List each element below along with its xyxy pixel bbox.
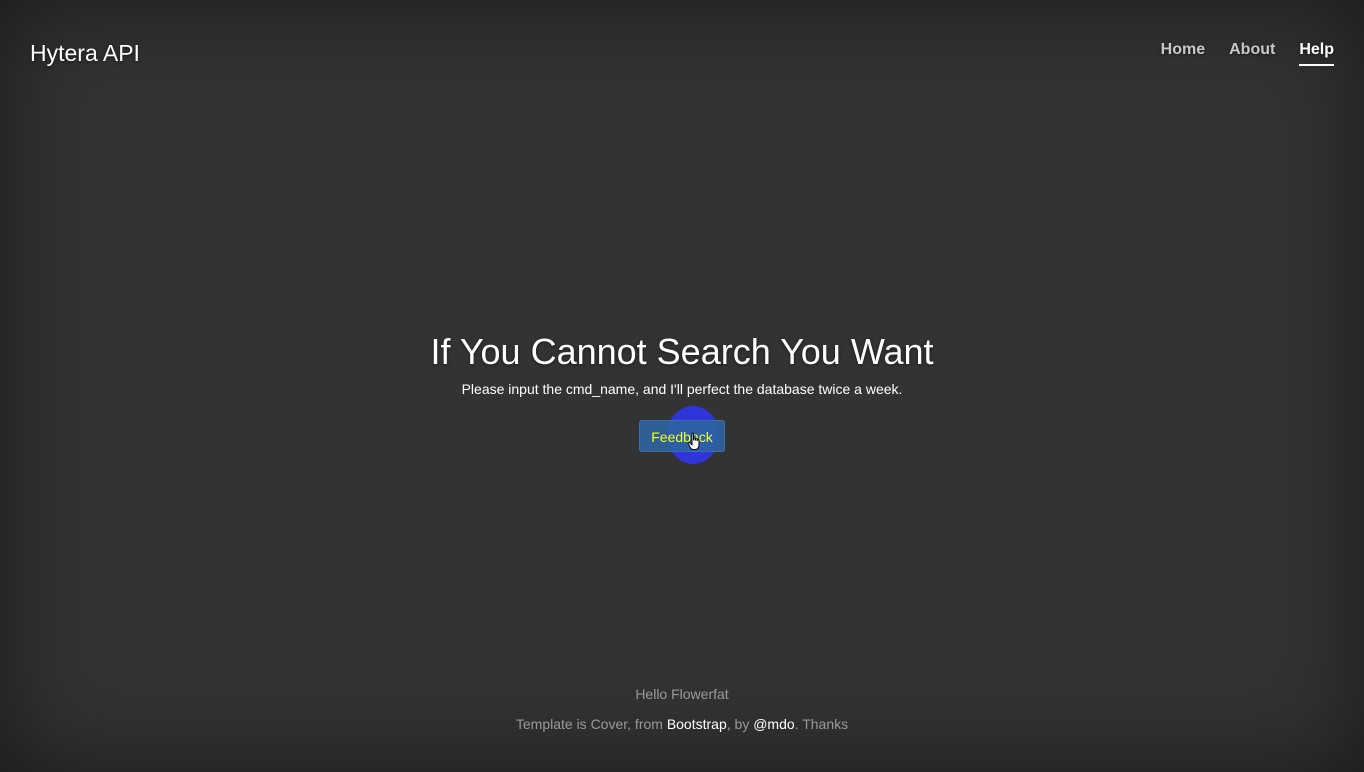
nav-help-link[interactable]: Help	[1299, 40, 1334, 66]
nav-about-link[interactable]: About	[1229, 40, 1275, 66]
footer: Hello Flowerfat Template is Cover, from …	[0, 685, 1364, 733]
lead-text: Please input the cmd_name, and I'll perf…	[461, 381, 903, 397]
footer-greeting: Hello Flowerfat	[635, 686, 729, 702]
masthead: Hytera API Home About Help	[0, 0, 1364, 90]
footer-credit-prefix: Template is Cover, from	[515, 716, 667, 732]
page-heading: If You Cannot Search You Want	[430, 331, 934, 372]
brand-title: Hytera API	[30, 40, 140, 66]
footer-credit: Template is Cover, from Bootstrap, by @m…	[0, 715, 1364, 733]
footer-credit-mid: , by	[726, 716, 754, 732]
hand-pointer-cursor-icon	[687, 432, 700, 450]
cover-content: If You Cannot Search You Want Please inp…	[0, 330, 1364, 464]
nav-home-link[interactable]: Home	[1161, 40, 1205, 66]
page: Hytera API Home About Help If You Cannot…	[0, 0, 1364, 772]
main-nav: Home About Help	[1161, 40, 1334, 66]
author-link[interactable]: @mdo	[753, 716, 794, 732]
feedback-button[interactable]: Feedback	[639, 420, 725, 452]
bootstrap-link[interactable]: Bootstrap	[667, 716, 727, 732]
footer-credit-suffix: . Thanks	[794, 716, 849, 732]
feedback-button-wrapper: Feedback	[639, 406, 725, 464]
